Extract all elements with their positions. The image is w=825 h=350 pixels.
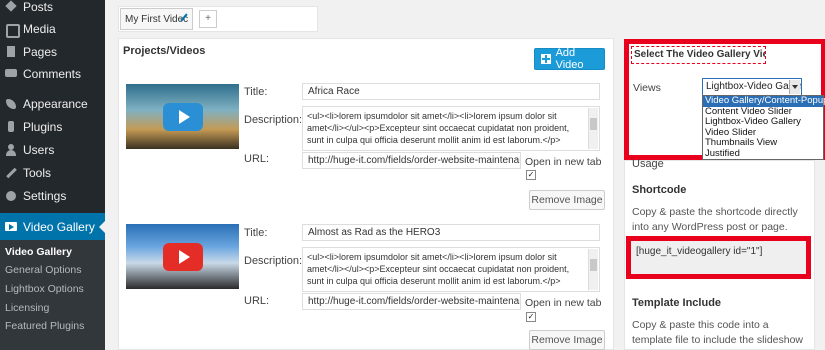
views-section-header: Select The Video Gallery View (631, 46, 766, 64)
menu-item-plugins[interactable]: Plugins (0, 116, 105, 138)
users-icon (5, 144, 17, 156)
add-video-label: Add Video (555, 47, 584, 71)
menu-label: Posts (23, 0, 54, 14)
title-input[interactable]: Almost as Rad as the HERO3 (302, 224, 600, 241)
admin-sidebar: Posts Media Pages Comments Appearance Pl… (0, 0, 105, 350)
comments-icon (5, 68, 17, 80)
menu-item-media[interactable]: Media (0, 18, 105, 40)
views-selected-value: Lightbox-Video Galler (706, 81, 802, 92)
views-select[interactable]: Lightbox-Video Galler (702, 78, 802, 96)
submenu-video-gallery[interactable]: Video Gallery (5, 246, 72, 258)
menu-item-comments[interactable]: Comments (0, 63, 105, 85)
textarea-scrollbar[interactable] (588, 108, 598, 149)
submenu-licensing[interactable]: Licensing (5, 302, 49, 314)
video-gallery-submenu: Video Gallery General Options Lightbox O… (0, 240, 105, 350)
pushpin-icon (5, 1, 17, 13)
tab-label: My First Videc (125, 14, 189, 25)
usage-title: Usage (632, 158, 664, 170)
video-gallery-icon (5, 221, 17, 233)
gallery-tabs: My First Videc + (118, 6, 318, 32)
menu-item-video-gallery[interactable]: Video Gallery (0, 213, 105, 241)
title-input[interactable]: Africa Race (302, 83, 600, 100)
view-option[interactable]: Thumbnails View (703, 137, 823, 149)
appearance-icon (5, 98, 17, 110)
menu-label: Pages (23, 45, 58, 59)
description-textarea[interactable]: <ul><li>lorem ipsumdolor sit amet</li><l… (302, 106, 600, 151)
view-option[interactable]: Video Gallery/Content-Popup (703, 95, 825, 107)
remove-image-button[interactable]: Remove Image (529, 190, 605, 210)
submenu-general-options[interactable]: General Options (5, 264, 81, 276)
textarea-scrollbar[interactable] (588, 249, 598, 290)
menu-label: Settings (23, 189, 67, 203)
video-thumbnail[interactable] (126, 224, 239, 289)
chevron-down-icon[interactable] (789, 80, 800, 94)
tools-icon (5, 167, 17, 179)
menu-item-users[interactable]: Users (0, 139, 105, 161)
menu-label: Plugins (23, 120, 63, 134)
add-tab-button[interactable]: + (199, 10, 217, 28)
url-input[interactable]: http://huge-it.com/fields/order-website-… (302, 293, 521, 310)
views-dropdown-list: Video Gallery/Content-Popup Content Vide… (702, 95, 825, 160)
projects-title: Projects/Videos (123, 45, 206, 57)
description-text: <ul><li>lorem ipsumdolor sit amet</li><l… (307, 252, 570, 286)
open-new-tab-label: Open in new tab (525, 297, 602, 309)
view-option[interactable]: Lightbox-Video Gallery (703, 116, 823, 128)
views-highlight-box: Select The Video Gallery View Views Ligh… (624, 39, 825, 160)
menu-label: Media (23, 22, 56, 36)
pages-icon (5, 46, 17, 58)
url-label: URL: (244, 153, 270, 165)
video-item: Title: Africa Race Description: <ul><li>… (119, 77, 613, 215)
add-video-button[interactable]: Add Video (534, 47, 605, 71)
projects-panel: Projects/Videos Add Video Title: Africa … (118, 38, 614, 350)
menu-item-tools[interactable]: Tools (0, 162, 105, 184)
submenu-lightbox-options[interactable]: Lightbox Options (5, 283, 84, 295)
url-input[interactable]: http://huge-it.com/fields/order-website-… (302, 152, 521, 169)
description-label: Description: (244, 255, 303, 267)
menu-item-appearance[interactable]: Appearance (0, 93, 105, 115)
description-text: <ul><li>lorem ipsumdolor sit amet</li><l… (307, 111, 570, 145)
description-label: Description: (244, 114, 303, 126)
video-item: Title: Almost as Rad as the HERO3 Descri… (119, 217, 613, 350)
shortcode-description: Copy & paste the shortcode directly into… (632, 206, 798, 233)
shortcode-box: [huge_it_videogallery id="1"] (626, 236, 811, 279)
url-label: URL: (244, 295, 270, 307)
settings-icon (5, 190, 17, 202)
shortcode-value[interactable]: [huge_it_videogallery id="1"] (636, 246, 762, 257)
view-option[interactable]: Justified (703, 148, 823, 160)
menu-item-posts[interactable]: Posts (0, 0, 105, 18)
menu-label: Users (23, 143, 55, 157)
play-icon (163, 243, 203, 271)
submenu-featured-plugins[interactable]: Featured Plugins (5, 320, 84, 332)
open-new-tab-checkbox[interactable]: ✓ (526, 170, 536, 180)
open-new-tab-checkbox[interactable]: ✓ (526, 312, 536, 322)
play-icon (163, 103, 203, 131)
description-textarea[interactable]: <ul><li>lorem ipsumdolor sit amet</li><l… (302, 247, 600, 292)
menu-label: Appearance (23, 97, 88, 111)
menu-label: Video Gallery (23, 220, 95, 234)
video-thumbnail[interactable] (126, 84, 239, 149)
menu-label: Tools (23, 166, 52, 180)
menu-label: Comments (23, 67, 82, 81)
template-include-description: Copy & paste this code into a template f… (632, 319, 804, 350)
title-label: Title: (244, 86, 268, 98)
menu-item-pages[interactable]: Pages (0, 41, 105, 63)
plus-icon (541, 54, 551, 64)
shortcode-title: Shortcode (632, 184, 687, 196)
open-new-tab-label: Open in new tab (525, 156, 602, 168)
media-icon (5, 23, 20, 38)
remove-image-button[interactable]: Remove Image (529, 330, 605, 350)
template-include-title: Template Include (632, 297, 722, 309)
menu-item-settings[interactable]: Settings (0, 185, 105, 207)
views-label: Views (633, 82, 661, 94)
title-label: Title: (244, 227, 268, 239)
plugins-icon (5, 121, 17, 133)
